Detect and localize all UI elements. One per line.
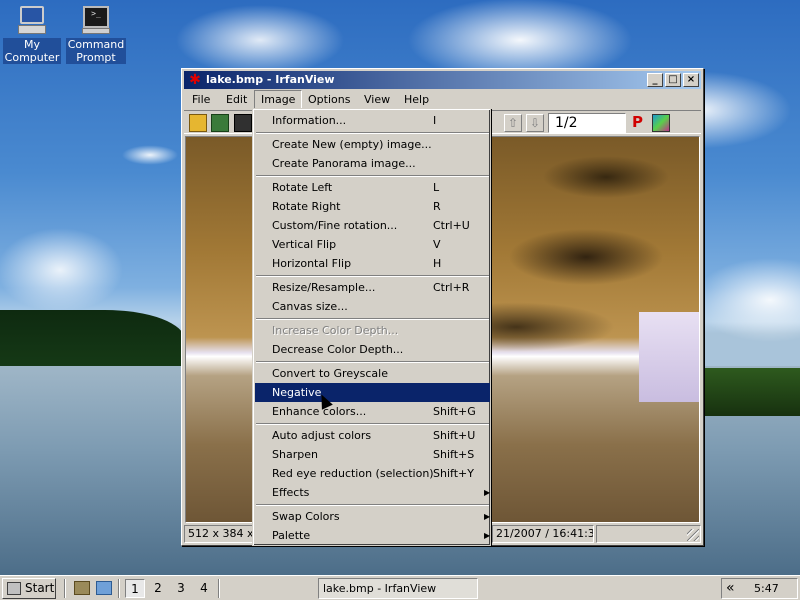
menu-item-enhance-colors[interactable]: Enhance colors... Shift+G — [255, 402, 490, 421]
menu-item-horizontal-flip[interactable]: Horizontal Flip H — [255, 254, 490, 273]
submenu-arrow-icon: ▶ — [484, 512, 491, 521]
menu-separator — [256, 132, 489, 134]
window-title: lake.bmp - IrfanView — [206, 73, 335, 86]
menu-item-increase-color-depth: Increase Color Depth... — [272, 324, 399, 337]
submenu-arrow-icon: ▶ — [484, 531, 491, 540]
menu-item-palette[interactable]: Palette ▶ — [255, 526, 490, 545]
system-tray: « 5:47 PM — [721, 578, 798, 599]
status-datetime: 21/2007 / 16:41:36 — [492, 525, 594, 543]
taskbar-separator — [118, 579, 120, 598]
tray-expand-icon[interactable]: « — [726, 579, 735, 598]
menu-item-rotate-left[interactable]: Rotate Left L — [255, 178, 490, 197]
workspace-2[interactable]: 2 — [148, 579, 168, 598]
desktop-icon-label: My Computer — [2, 38, 62, 64]
menu-item-canvas-size[interactable]: Canvas size... — [255, 297, 490, 316]
menu-separator — [256, 504, 489, 506]
menu-file[interactable]: File — [186, 90, 216, 109]
image-reeds — [639, 312, 699, 402]
start-button[interactable]: Start — [2, 578, 56, 599]
menu-item-sharpen[interactable]: Sharpen Shift+S — [255, 445, 490, 464]
menu-item-resize-resample[interactable]: Resize/Resample... Ctrl+R — [255, 278, 490, 297]
menu-item-decrease-color-depth[interactable]: Decrease Color Depth... — [255, 340, 490, 359]
menu-item-information[interactable]: Information... I — [255, 111, 490, 130]
image-menu-dropdown: Information... I Create New (empty) image… — [252, 108, 491, 546]
page-counter-field[interactable]: 1/2 — [548, 113, 626, 133]
menu-separator — [256, 275, 489, 277]
menu-item-custom-rotation[interactable]: Custom/Fine rotation... Ctrl+U — [255, 216, 490, 235]
computer-icon — [16, 4, 48, 36]
wallpaper-treeline-left — [0, 310, 185, 370]
submenu-arrow-icon: ▶ — [484, 488, 491, 497]
wallpaper-treeline-right — [700, 368, 800, 416]
menu-separator — [256, 175, 489, 177]
window-titlebar[interactable]: ✱ lake.bmp - IrfanView _ □ × — [184, 71, 701, 89]
minimize-button[interactable]: _ — [647, 73, 663, 87]
taskbar-separator — [218, 579, 220, 598]
menu-item-create-new[interactable]: Create New (empty) image... — [255, 135, 490, 154]
menu-item-negative[interactable]: Negative — [255, 383, 490, 402]
menu-options[interactable]: Options — [302, 90, 356, 109]
quicklaunch-show-desktop-icon[interactable] — [74, 581, 90, 595]
taskbar-window-irfanview[interactable]: lake.bmp - IrfanView — [318, 578, 478, 599]
resize-grip-icon[interactable] — [687, 529, 699, 541]
menu-separator — [256, 423, 489, 425]
terminal-icon: >_ — [80, 4, 112, 36]
quicklaunch-file-manager-icon[interactable] — [96, 581, 112, 595]
start-icon — [7, 582, 21, 595]
menu-help[interactable]: Help — [398, 90, 435, 109]
workspace-1[interactable]: 1 — [125, 579, 145, 598]
slideshow-icon[interactable] — [211, 114, 229, 132]
menu-item-vertical-flip[interactable]: Vertical Flip V — [255, 235, 490, 254]
menu-view[interactable]: View — [358, 90, 396, 109]
menu-item-create-panorama[interactable]: Create Panorama image... — [255, 154, 490, 173]
status-empty — [596, 525, 701, 543]
open-folder-icon[interactable] — [189, 114, 207, 132]
desktop-icon-label: Command Prompt — [65, 38, 127, 64]
workspace-4[interactable]: 4 — [194, 579, 214, 598]
workspace-3[interactable]: 3 — [171, 579, 191, 598]
start-label: Start — [25, 581, 55, 595]
desktop-icon-command-prompt[interactable]: >_ Command Prompt — [64, 4, 128, 64]
taskbar-separator — [64, 579, 66, 598]
menu-item-rotate-right[interactable]: Rotate Right R — [255, 197, 490, 216]
menu-item-effects[interactable]: Effects ▶ — [255, 483, 490, 502]
previous-page-icon[interactable]: ⇧ — [504, 114, 522, 132]
close-button[interactable]: × — [683, 73, 699, 87]
menu-item-auto-adjust-colors[interactable]: Auto adjust colors Shift+U — [255, 426, 490, 445]
menu-item-convert-greyscale[interactable]: Convert to Greyscale — [255, 364, 490, 383]
menu-image[interactable]: Image — [254, 90, 303, 109]
menu-separator — [256, 318, 489, 320]
irfanview-app-icon[interactable]: ✱ — [187, 72, 203, 88]
menubar: File Edit Image Options View Help — [184, 90, 701, 109]
status-dimensions: 512 x 384 x — [184, 525, 256, 543]
next-page-icon[interactable]: ⇩ — [526, 114, 544, 132]
taskbar: Start 1 2 3 4 lake.bmp - IrfanView « 5:4… — [0, 575, 800, 600]
menu-item-swap-colors[interactable]: Swap Colors ▶ — [255, 507, 490, 526]
desktop-icon-my-computer[interactable]: My Computer — [0, 4, 64, 64]
print-icon[interactable]: P — [632, 113, 643, 131]
paint-icon[interactable] — [652, 114, 670, 132]
maximize-button[interactable]: □ — [665, 73, 681, 87]
menu-item-red-eye-reduction[interactable]: Red eye reduction (selection) Shift+Y — [255, 464, 490, 483]
save-icon[interactable] — [234, 114, 252, 132]
clock[interactable]: 5:47 PM — [754, 579, 797, 600]
menu-separator — [256, 361, 489, 363]
menu-edit[interactable]: Edit — [220, 90, 253, 109]
